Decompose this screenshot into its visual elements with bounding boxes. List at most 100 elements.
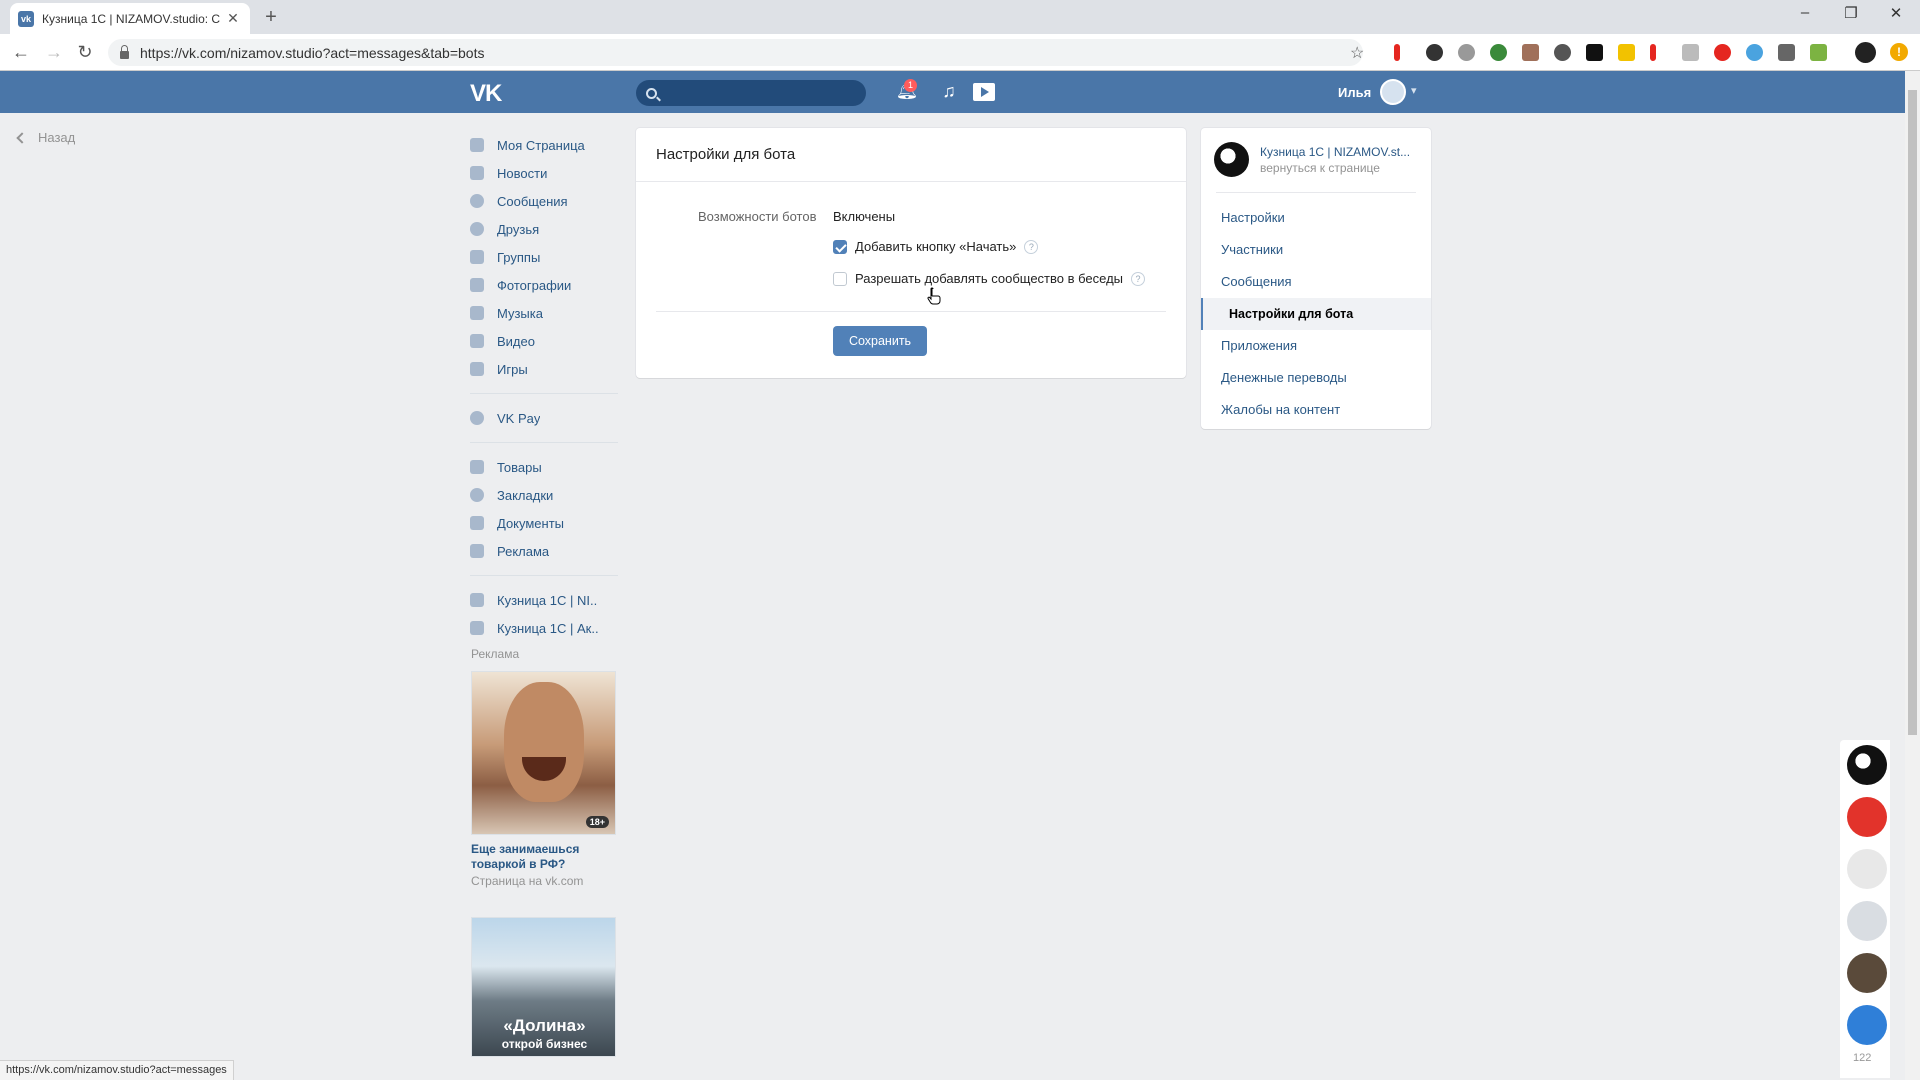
menu-divider	[470, 393, 618, 394]
film-icon	[470, 334, 484, 348]
forward-arrow-icon[interactable]: →	[43, 42, 65, 63]
browser-menu-icon[interactable]: !	[1890, 43, 1908, 61]
chat-avatar[interactable]	[1847, 901, 1887, 941]
help-icon[interactable]: ?	[1024, 239, 1039, 254]
start-button-option-label[interactable]: Добавить кнопку «Начать»	[855, 239, 1016, 254]
extension-icon[interactable]	[1714, 44, 1731, 61]
menu-item-music[interactable]: Музыка	[470, 299, 618, 327]
extension-icon[interactable]	[1458, 44, 1475, 61]
document-icon	[470, 516, 484, 530]
extension-icon[interactable]	[1618, 44, 1635, 61]
ad-image[interactable]: «Долина» открой бизнес	[471, 917, 616, 1057]
community-name[interactable]: Кузница 1С | NIZAMOV.st...	[1260, 145, 1410, 159]
search-input[interactable]	[665, 85, 855, 101]
start-button-option[interactable]: Добавить кнопку «Начать» ?	[833, 239, 1039, 254]
menu-item-groups[interactable]: Группы	[470, 243, 618, 271]
vk-logo[interactable]: VK	[470, 80, 502, 108]
start-button-checkbox[interactable]	[833, 239, 847, 254]
chat-avatar[interactable]	[1847, 953, 1887, 993]
search-box[interactable]	[636, 80, 866, 106]
menu-item-label: Фотографии	[497, 277, 572, 293]
extension-icon[interactable]	[1522, 44, 1539, 61]
extension-icon[interactable]	[1778, 44, 1795, 61]
menu-item-label: Реклама	[497, 543, 550, 559]
menu-item-vk-pay[interactable]: VK Pay	[470, 404, 618, 432]
close-window-button[interactable]: ✕	[1881, 4, 1911, 22]
menu-item-label: Игры	[497, 361, 528, 377]
menu-item-messages[interactable]: Сообщения	[470, 187, 618, 215]
allow-chats-checkbox[interactable]	[833, 271, 847, 286]
tab-title: Кузница 1С | NIZAMOV.studio: С	[42, 11, 221, 26]
chat-avatar[interactable]	[1847, 797, 1887, 837]
megaphone-icon	[470, 544, 484, 558]
nav-item-money-transfers[interactable]: Денежные переводы	[1201, 362, 1431, 394]
menu-item-games[interactable]: Игры	[470, 355, 618, 383]
back-arrow-icon[interactable]: ←	[10, 42, 32, 63]
vk-favicon-icon: vk	[18, 10, 34, 27]
extension-icon[interactable]	[1682, 44, 1699, 61]
extension-icon[interactable]	[1810, 44, 1827, 61]
menu-item-community[interactable]: Кузница 1С | Ак..	[470, 614, 618, 642]
menu-item-goods[interactable]: Товары	[470, 453, 618, 481]
menu-item-documents[interactable]: Документы	[470, 509, 618, 537]
menu-item-label: Моя Страница	[497, 137, 585, 153]
browser-profile-avatar[interactable]	[1855, 42, 1876, 63]
scrollbar-thumb[interactable]	[1908, 90, 1917, 735]
close-tab-icon[interactable]: ✕	[224, 10, 242, 27]
community-avatar[interactable]	[1214, 142, 1249, 177]
left-menu: Моя Страница Новости Сообщения Друзья Гр…	[470, 131, 618, 642]
allow-chats-option-label[interactable]: Разрешать добавлять сообщество в беседы	[855, 271, 1123, 286]
bookmark-star-icon[interactable]: ☆	[1350, 43, 1364, 63]
new-tab-button[interactable]: +	[260, 6, 282, 29]
nav-item-messages[interactable]: Сообщения	[1201, 266, 1431, 298]
extension-icon[interactable]	[1554, 44, 1571, 61]
allow-chats-option[interactable]: Разрешать добавлять сообщество в беседы …	[833, 271, 1146, 286]
bots-capabilities-value[interactable]: Включены	[833, 209, 895, 224]
ad-image-title: «Долина»	[503, 1016, 586, 1035]
extension-icon[interactable]	[1586, 44, 1603, 61]
menu-item-news[interactable]: Новости	[470, 159, 618, 187]
menu-item-my-page[interactable]: Моя Страница	[470, 131, 618, 159]
menu-item-ads[interactable]: Реклама	[470, 537, 618, 565]
ad-title[interactable]: Еще занимаешься товаркой в РФ?	[471, 842, 621, 872]
url-field[interactable]: https://vk.com/nizamov.studio?act=messag…	[108, 39, 1363, 66]
save-button[interactable]: Сохранить	[833, 326, 927, 356]
chat-avatar[interactable]	[1847, 849, 1887, 889]
extension-icon[interactable]	[1426, 44, 1443, 61]
nav-item-members[interactable]: Участники	[1201, 234, 1431, 266]
menu-item-video[interactable]: Видео	[470, 327, 618, 355]
nav-item-bot-settings[interactable]: Настройки для бота	[1201, 298, 1431, 330]
music-icon[interactable]: ♫	[938, 81, 960, 102]
chat-avatar[interactable]	[1847, 745, 1887, 785]
avatar[interactable]	[1380, 79, 1406, 105]
help-icon[interactable]: ?	[1131, 271, 1146, 286]
video-icon[interactable]	[973, 83, 995, 101]
restore-button[interactable]: ❐	[1836, 4, 1866, 22]
ad-image[interactable]: 18+	[471, 671, 616, 835]
extension-icon[interactable]	[1490, 44, 1507, 61]
nav-item-apps[interactable]: Приложения	[1201, 330, 1431, 362]
back-link[interactable]: Назад	[16, 130, 76, 145]
back-link-label: Назад	[38, 130, 76, 145]
menu-item-label: Кузница 1С | Ак..	[497, 620, 599, 636]
nav-item-content-complaints[interactable]: Жалобы на контент	[1201, 394, 1431, 426]
extension-icon[interactable]	[1394, 44, 1400, 61]
back-to-page-link[interactable]: вернуться к странице	[1260, 161, 1380, 175]
menu-item-photos[interactable]: Фотографии	[470, 271, 618, 299]
vk-pay-icon	[470, 411, 484, 425]
reload-icon[interactable]: ↻	[74, 42, 96, 63]
nav-item-settings[interactable]: Настройки	[1201, 202, 1431, 234]
menu-item-bookmarks[interactable]: Закладки	[470, 481, 618, 509]
url-text: https://vk.com/nizamov.studio?act=messag…	[140, 44, 485, 61]
user-name[interactable]: Илья	[1338, 85, 1371, 100]
chat-avatar[interactable]	[1847, 1005, 1887, 1045]
menu-item-friends[interactable]: Друзья	[470, 215, 618, 243]
minimize-button[interactable]: –	[1790, 4, 1820, 21]
menu-item-label: Группы	[497, 249, 541, 265]
chevron-down-icon[interactable]: ▾	[1411, 84, 1417, 97]
menu-item-community[interactable]: Кузница 1С | NI..	[470, 586, 618, 614]
extension-icon[interactable]	[1650, 44, 1656, 61]
extension-icon[interactable]	[1746, 44, 1763, 61]
browser-tab[interactable]: vk Кузница 1С | NIZAMOV.studio: С ✕	[10, 3, 250, 34]
chevron-left-icon	[16, 132, 28, 144]
